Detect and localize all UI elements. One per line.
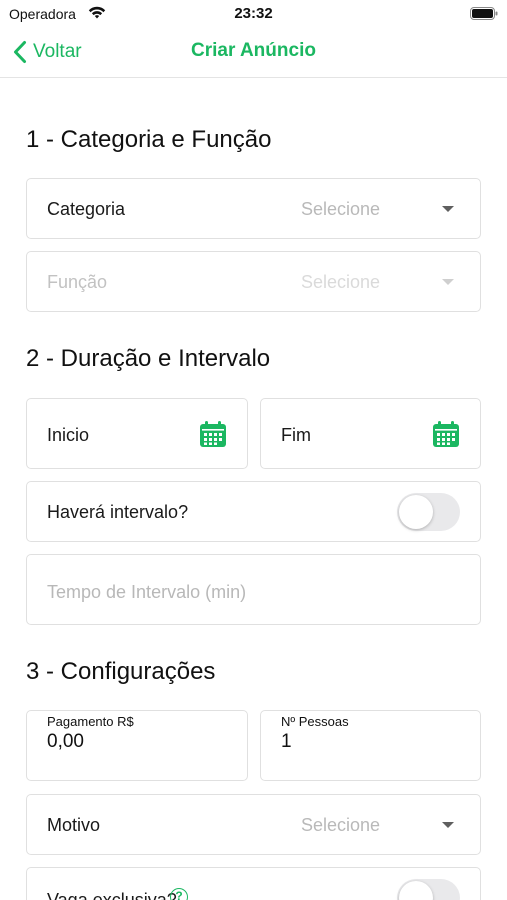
tempo-intervalo-input[interactable]: Tempo de Intervalo (min) [26,554,481,625]
caret-down-icon [442,206,454,212]
section-title-duracao: 2 - Duração e Intervalo [26,345,271,372]
partial-toggle-row: Vaga exclusiva? ? [26,867,481,900]
fim-label: Fim [281,425,311,445]
tempo-intervalo-placeholder: Tempo de Intervalo (min) [47,582,247,602]
pagamento-label: Pagamento R$ [47,714,134,729]
motivo-select[interactable]: Motivo Selecione [26,794,481,855]
help-icon[interactable]: ? [170,888,188,900]
motivo-value: Selecione [300,815,380,835]
pessoas-label: Nº Pessoas [281,714,349,729]
battery-icon [470,7,498,20]
pagamento-value: 0,00 [47,731,84,752]
funcao-label: Função [47,272,108,292]
toggle-knob [399,881,433,900]
intervalo-toggle[interactable] [397,493,460,531]
caret-down-icon [442,822,454,828]
funcao-value: Selecione [300,272,380,292]
navigation-bar: Voltar Criar Anúncio [0,28,507,78]
clock: 23:32 [234,5,273,22]
section-title-configuracoes: 3 - Configurações [26,658,216,685]
funcao-select[interactable]: Função Selecione [26,251,481,312]
partial-toggle[interactable] [397,879,460,900]
motivo-label: Motivo [47,815,101,835]
page-title: Criar Anúncio [191,40,316,61]
intervalo-label: Haverá intervalo? [47,502,189,522]
fim-date-field[interactable]: Fim [260,398,481,469]
caret-down-icon [442,279,454,285]
intervalo-row: Haverá intervalo? [26,481,481,542]
inicio-date-field[interactable]: Inicio [26,398,248,469]
calendar-icon[interactable] [432,420,460,448]
categoria-value: Selecione [300,199,380,219]
toggle-knob [399,495,433,529]
categoria-select[interactable]: Categoria Selecione [26,178,481,239]
status-bar: Operadora 23:32 [0,0,507,28]
section-title-categoria: 1 - Categoria e Função [26,126,272,153]
pessoas-value: 1 [281,731,292,752]
categoria-label: Categoria [47,199,126,219]
pagamento-input[interactable]: Pagamento R$ 0,00 [26,710,248,781]
inicio-label: Inicio [47,425,90,445]
calendar-icon[interactable] [199,420,227,448]
pessoas-input[interactable]: Nº Pessoas 1 [260,710,481,781]
partial-row-label: Vaga exclusiva? [47,890,177,900]
